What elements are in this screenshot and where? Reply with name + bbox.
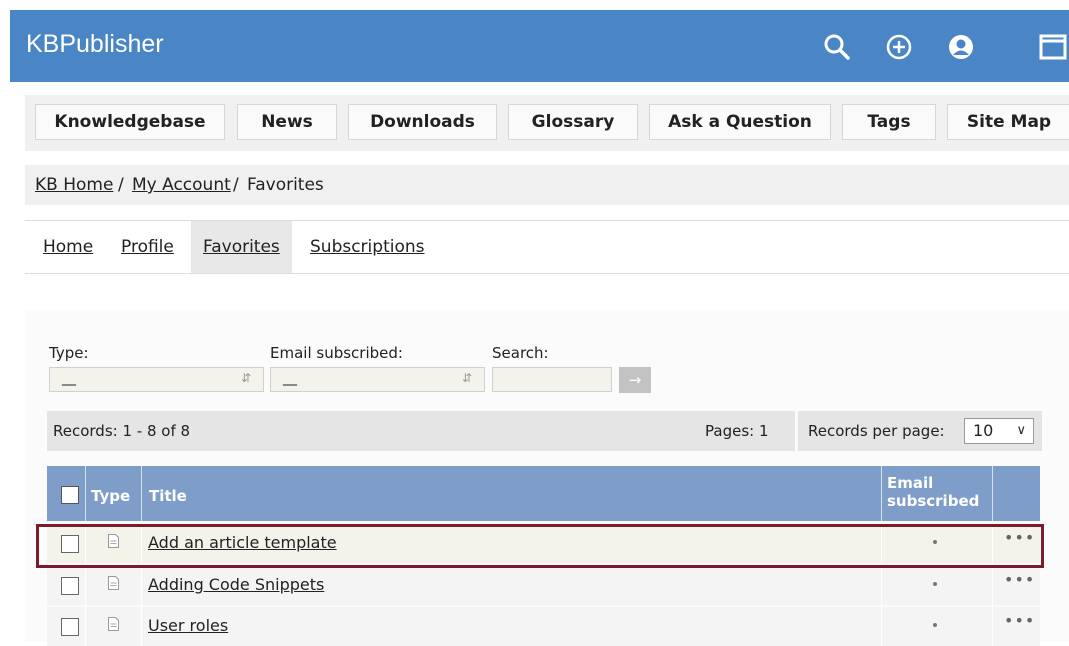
- column-header-type[interactable]: Type: [91, 487, 130, 505]
- search-label: Search:: [492, 344, 549, 362]
- column-header-email-line2: subscribed: [887, 492, 980, 510]
- breadcrumb-separator: /: [118, 175, 124, 195]
- document-icon: [108, 617, 119, 631]
- records-summary: Records: 1 - 8 of 8: [53, 422, 191, 440]
- article-title-link[interactable]: Add an article template: [148, 533, 337, 552]
- nav-site-map[interactable]: Site Map: [947, 104, 1069, 140]
- row-checkbox[interactable]: [61, 535, 79, 553]
- more-actions-icon[interactable]: •••: [1004, 528, 1035, 547]
- table-row: Adding Code Snippets •••: [47, 566, 1040, 605]
- nav-tags[interactable]: Tags: [842, 104, 936, 140]
- type-select-value: __: [62, 370, 76, 386]
- email-subscribed-indicator: [933, 540, 937, 544]
- main-nav: Knowledgebase News Downloads Glossary As…: [25, 95, 1069, 151]
- breadcrumb: KB Home / My Account / Favorites: [25, 165, 1069, 205]
- email-subscribed-indicator: [933, 582, 937, 586]
- column-header-email-line1: Email: [887, 474, 934, 492]
- more-actions-icon[interactable]: •••: [1004, 611, 1035, 630]
- row-checkbox[interactable]: [61, 618, 79, 636]
- nav-knowledgebase[interactable]: Knowledgebase: [35, 104, 225, 140]
- records-bar: Records: 1 - 8 of 8 Pages: 1: [47, 411, 795, 451]
- column-header-email-subscribed[interactable]: Email subscribed: [887, 474, 979, 510]
- favorites-panel: Type: Email subscribed: Search: __ ⇵ __ …: [25, 310, 1069, 646]
- row-checkbox[interactable]: [61, 577, 79, 595]
- window-icon[interactable]: [1038, 32, 1068, 62]
- nav-glossary[interactable]: Glossary: [508, 104, 638, 140]
- records-per-page-bar: Records per page: 10 ∨: [798, 411, 1042, 451]
- account-tabs: Home Profile Favorites Subscriptions: [25, 220, 1069, 274]
- article-title-link[interactable]: User roles: [148, 616, 228, 635]
- user-circle-icon[interactable]: [946, 32, 976, 62]
- breadcrumb-my-account[interactable]: My Account: [132, 165, 231, 205]
- chevron-down-icon: ∨: [1016, 423, 1026, 438]
- records-per-page-label: Records per page:: [808, 422, 945, 440]
- document-icon: [108, 534, 119, 548]
- email-filter-label: Email subscribed:: [270, 344, 403, 362]
- document-icon: [108, 576, 119, 590]
- type-select[interactable]: __ ⇵: [49, 367, 264, 392]
- tab-home[interactable]: Home: [43, 221, 93, 273]
- updown-arrow-icon: ⇵: [240, 371, 251, 385]
- records-per-page-value: 10: [973, 421, 994, 440]
- email-subscribed-select[interactable]: __ ⇵: [270, 367, 485, 392]
- table-row: User roles •••: [47, 607, 1040, 646]
- pages-count: Pages: 1: [705, 422, 769, 440]
- app-header: KBPublisher: [10, 10, 1069, 82]
- nav-news[interactable]: News: [237, 104, 337, 140]
- nav-ask-question[interactable]: Ask a Question: [649, 104, 831, 140]
- more-actions-icon[interactable]: •••: [1004, 570, 1035, 589]
- tab-favorites[interactable]: Favorites: [191, 221, 292, 273]
- email-subscribed-indicator: [933, 623, 937, 627]
- tab-profile[interactable]: Profile: [121, 221, 174, 273]
- tab-subscriptions[interactable]: Subscriptions: [310, 221, 424, 273]
- type-filter-label: Type:: [49, 344, 89, 362]
- email-select-value: __: [283, 370, 297, 386]
- plus-circle-icon[interactable]: [884, 32, 914, 62]
- table-header: Type Title Email subscribed: [47, 466, 1040, 521]
- records-per-page-select[interactable]: 10 ∨: [964, 418, 1034, 444]
- search-go-button[interactable]: →: [619, 367, 651, 393]
- article-title-link[interactable]: Adding Code Snippets: [148, 575, 324, 594]
- breadcrumb-current: Favorites: [247, 175, 324, 195]
- updown-arrow-icon: ⇵: [461, 371, 472, 385]
- select-all-checkbox[interactable]: [61, 486, 79, 504]
- column-header-title[interactable]: Title: [149, 487, 187, 505]
- brand-logo[interactable]: KBPublisher: [26, 30, 164, 59]
- search-icon[interactable]: [822, 32, 852, 62]
- search-input[interactable]: [492, 367, 612, 392]
- table-row: Add an article template •••: [47, 524, 1040, 563]
- nav-downloads[interactable]: Downloads: [348, 104, 497, 140]
- breadcrumb-kb-home[interactable]: KB Home: [35, 165, 113, 205]
- breadcrumb-separator: /: [233, 175, 239, 195]
